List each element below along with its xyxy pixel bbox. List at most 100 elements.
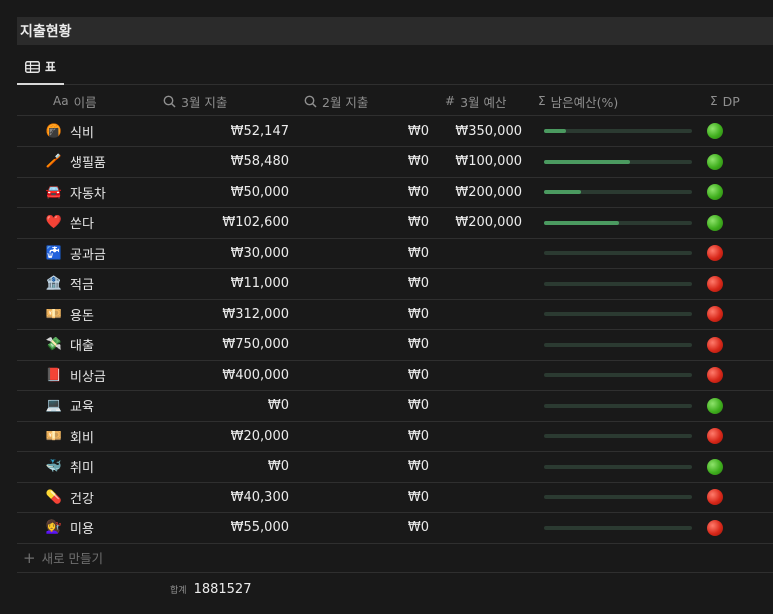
row-march-budget[interactable] — [432, 269, 522, 299]
row-name-cell[interactable]: 💇‍♀️ 미용 — [45, 513, 94, 543]
remaining-budget-bar — [544, 129, 692, 133]
row-feb-spending[interactable]: ₩0 — [307, 238, 429, 268]
page-title: 지출현황 — [17, 17, 773, 45]
column-header-feb[interactable]: 2월 지출 — [304, 86, 368, 116]
row-march-budget[interactable] — [432, 330, 522, 360]
dp-status-green-circle-icon — [707, 184, 723, 200]
table-row[interactable]: 💻 교육 ₩0 ₩0 — [17, 391, 773, 422]
row-march-spending[interactable]: ₩50,000 — [167, 177, 289, 207]
table-row[interactable]: 🍘 식비 ₩52,147 ₩0 ₩350,000 — [17, 116, 773, 147]
row-name-cell[interactable]: 📕 비상금 — [45, 360, 106, 390]
table-row[interactable]: 🐳 취미 ₩0 ₩0 — [17, 452, 773, 483]
column-header-dp[interactable]: Σ DP — [710, 86, 740, 116]
row-march-spending[interactable]: ₩0 — [167, 391, 289, 421]
row-name-cell[interactable]: 💊 건강 — [45, 482, 94, 512]
row-march-budget[interactable] — [432, 482, 522, 512]
row-feb-spending[interactable]: ₩0 — [307, 177, 429, 207]
remaining-budget-bar-fill — [544, 190, 581, 194]
remaining-budget-bar — [544, 373, 692, 377]
table-row[interactable]: ❤️ 쏜다 ₩102,600 ₩0 ₩200,000 — [17, 208, 773, 239]
row-feb-spending[interactable]: ₩0 — [307, 269, 429, 299]
row-name-cell[interactable]: 🐳 취미 — [45, 452, 94, 482]
row-feb-spending[interactable]: ₩0 — [307, 452, 429, 482]
remaining-budget-bar — [544, 190, 692, 194]
row-feb-spending[interactable]: ₩0 — [307, 513, 429, 543]
column-header-remaining[interactable]: Σ 남은예산(%) — [538, 86, 618, 116]
dp-status-red-circle-icon — [707, 336, 723, 353]
table-row[interactable]: 🚘 자동차 ₩50,000 ₩0 ₩200,000 — [17, 177, 773, 208]
row-name-cell[interactable]: ❤️ 쏜다 — [45, 208, 94, 238]
row-name-cell[interactable]: 💴 용돈 — [45, 299, 94, 329]
row-march-spending[interactable]: ₩750,000 — [167, 330, 289, 360]
row-march-spending[interactable]: ₩102,600 — [167, 208, 289, 238]
row-feb-spending[interactable]: ₩0 — [307, 208, 429, 238]
row-march-budget[interactable] — [432, 360, 522, 390]
row-march-budget[interactable] — [432, 238, 522, 268]
table-row[interactable]: 💇‍♀️ 미용 ₩55,000 ₩0 — [17, 513, 773, 544]
dp-status-red-circle-icon — [707, 245, 723, 261]
row-march-spending[interactable]: ₩52,147 — [167, 116, 289, 146]
row-march-spending[interactable]: ₩30,000 — [167, 238, 289, 268]
calculation-footer[interactable]: 합계 1881527 — [170, 576, 300, 602]
row-feb-spending[interactable]: ₩0 — [307, 482, 429, 512]
row-name: 교육 — [70, 400, 94, 415]
table-row[interactable]: 🏦 적금 ₩11,000 ₩0 — [17, 269, 773, 300]
column-header-budget[interactable]: # 3월 예산 — [445, 86, 507, 116]
column-header-march[interactable]: 3월 지출 — [163, 86, 227, 116]
row-march-spending[interactable]: ₩40,300 — [167, 482, 289, 512]
row-feb-spending[interactable]: ₩0 — [307, 360, 429, 390]
sum-label: 합계 — [170, 585, 187, 596]
row-march-spending[interactable]: ₩0 — [167, 452, 289, 482]
row-feb-spending[interactable]: ₩0 — [307, 330, 429, 360]
number-property-icon: # — [445, 94, 456, 108]
row-name-cell[interactable]: 💸 대출 — [45, 330, 94, 360]
row-march-spending[interactable]: ₩11,000 — [167, 269, 289, 299]
row-emoji-icon: 💴 — [45, 428, 63, 444]
row-emoji-icon: 💻 — [45, 398, 63, 413]
table-row[interactable]: 🚰 공과금 ₩30,000 ₩0 — [17, 238, 773, 269]
row-name-cell[interactable]: 🪥 생필품 — [45, 147, 106, 177]
row-feb-spending[interactable]: ₩0 — [307, 147, 429, 177]
row-feb-spending[interactable]: ₩0 — [307, 116, 429, 146]
table-row[interactable]: 📕 비상금 ₩400,000 ₩0 — [17, 360, 773, 391]
row-march-spending[interactable]: ₩55,000 — [167, 513, 289, 543]
row-march-budget[interactable]: ₩350,000 — [432, 116, 522, 146]
row-name-cell[interactable]: 🚰 공과금 — [45, 238, 106, 268]
row-march-budget[interactable] — [432, 391, 522, 421]
row-march-budget[interactable] — [432, 421, 522, 451]
row-feb-spending[interactable]: ₩0 — [307, 421, 429, 451]
table-row[interactable]: 💴 회비 ₩20,000 ₩0 — [17, 421, 773, 452]
row-feb-spending[interactable]: ₩0 — [307, 391, 429, 421]
column-header-name[interactable]: Aa 이름 — [53, 86, 97, 116]
table-row[interactable]: 💊 건강 ₩40,300 ₩0 — [17, 482, 773, 513]
table-row[interactable]: 💴 용돈 ₩312,000 ₩0 — [17, 299, 773, 330]
table-row[interactable]: 🪥 생필품 ₩58,480 ₩0 ₩100,000 — [17, 147, 773, 178]
row-march-budget[interactable]: ₩100,000 — [432, 147, 522, 177]
table-header: Aa 이름 3월 지출 2월 지출 # 3월 예산 Σ 남은예산(%) Σ DP — [17, 86, 773, 116]
row-march-budget[interactable] — [432, 513, 522, 543]
tab-table-view[interactable]: 표 — [17, 50, 64, 85]
row-name-cell[interactable]: 💻 교육 — [45, 391, 94, 421]
view-tabs: 표 — [17, 50, 773, 85]
row-march-budget[interactable]: ₩200,000 — [432, 177, 522, 207]
row-march-budget[interactable]: ₩200,000 — [432, 208, 522, 238]
row-name-cell[interactable]: 🚘 자동차 — [45, 177, 106, 207]
row-march-spending[interactable]: ₩58,480 — [167, 147, 289, 177]
row-march-budget[interactable] — [432, 299, 522, 329]
row-name-cell[interactable]: 🍘 식비 — [45, 116, 94, 146]
text-property-icon: Aa — [53, 94, 69, 108]
row-feb-spending[interactable]: ₩0 — [307, 299, 429, 329]
row-name: 대출 — [70, 339, 94, 354]
table-row[interactable]: 💸 대출 ₩750,000 ₩0 — [17, 330, 773, 361]
row-march-spending[interactable]: ₩20,000 — [167, 421, 289, 451]
row-name-cell[interactable]: 🏦 적금 — [45, 269, 94, 299]
row-emoji-icon: 🐳 — [45, 459, 63, 474]
row-name: 쏜다 — [70, 217, 94, 232]
row-emoji-icon: 💸 — [45, 337, 63, 352]
row-march-budget[interactable] — [432, 452, 522, 482]
row-march-spending[interactable]: ₩312,000 — [167, 299, 289, 329]
row-name-cell[interactable]: 💴 회비 — [45, 421, 94, 451]
remaining-budget-bar — [544, 495, 692, 499]
new-row-button[interactable]: + 새로 만들기 — [17, 543, 773, 573]
row-march-spending[interactable]: ₩400,000 — [167, 360, 289, 390]
